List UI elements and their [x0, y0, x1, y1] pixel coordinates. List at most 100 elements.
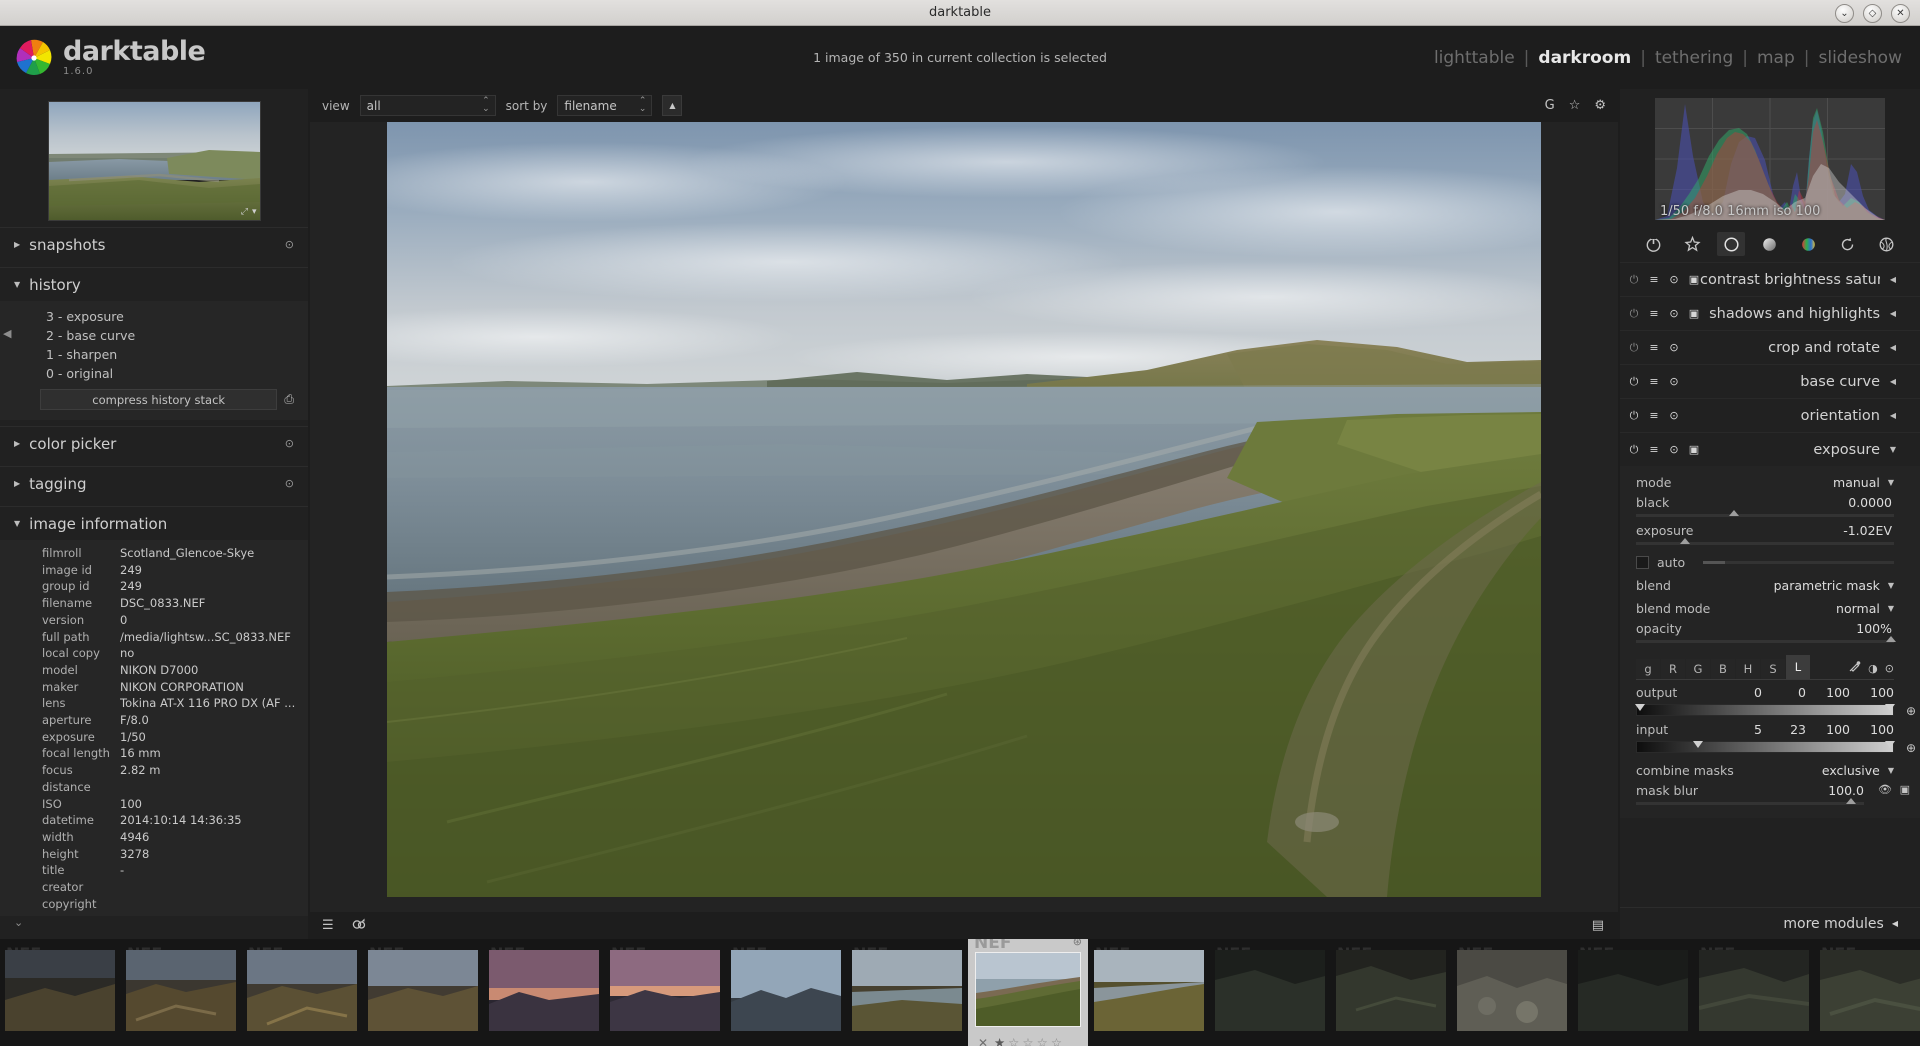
tone-group-icon[interactable]: [1756, 232, 1784, 256]
mask-reset-icon[interactable]: ⊙: [1885, 662, 1894, 675]
reset-icon[interactable]: ⊙: [1668, 307, 1680, 320]
filmstrip[interactable]: NEF NEF NEF NEF NEF NEF NEF NEF NEF ⊛: [0, 939, 1920, 1046]
mask-channel-G[interactable]: G: [1686, 659, 1710, 679]
filmstrip-thumbnail[interactable]: NEF: [1694, 943, 1814, 1043]
mask-channel-R[interactable]: R: [1661, 659, 1685, 679]
view-mode-lighttable[interactable]: lighttable: [1434, 48, 1515, 68]
view-mode-darkroom[interactable]: darkroom: [1538, 48, 1631, 68]
filmstrip-thumbnail[interactable]: NEF: [1089, 943, 1209, 1043]
chevron-left-icon[interactable]: ◀: [1888, 275, 1898, 284]
filmstrip-thumbnail[interactable]: NEF: [1815, 943, 1920, 1043]
grouping-icon[interactable]: ⊛: [1073, 939, 1082, 948]
second-window-icon[interactable]: ▤: [1592, 918, 1604, 933]
auto-exposure-row[interactable]: auto: [1620, 550, 1920, 574]
auto-checkbox[interactable]: [1636, 555, 1649, 569]
input-handle-mid[interactable]: [1693, 741, 1704, 748]
mask-channel-L[interactable]: L: [1786, 655, 1810, 679]
filmstrip-thumbnail[interactable]: NEF: [1210, 943, 1330, 1043]
star-1[interactable]: ★: [994, 1035, 1005, 1046]
history-header[interactable]: ▼ history: [0, 268, 308, 301]
multi-instance-icon[interactable]: ≡: [1648, 409, 1660, 422]
power-icon[interactable]: ⏻: [1628, 307, 1640, 321]
tagging-header[interactable]: ▶ tagging ⊙: [0, 467, 308, 500]
grouping-toggle-icon[interactable]: G: [1545, 98, 1555, 113]
multi-instance-icon[interactable]: ≡: [1648, 375, 1660, 388]
favorite-modules-icon[interactable]: [1678, 232, 1706, 256]
opacity-slider[interactable]: opacity 100%: [1620, 620, 1920, 648]
power-icon[interactable]: ⏻: [1628, 409, 1640, 423]
mask-channel-g[interactable]: g: [1636, 659, 1660, 679]
histogram-widget[interactable]: 1/50 f/8.0 16mm iso 100: [1655, 98, 1885, 220]
module-contrast-brightness-saturation[interactable]: ⏻ ≡ ⊙ ▣ contrast brightness saturation ◀: [1620, 262, 1920, 296]
history-item[interactable]: 1 - sharpen: [0, 345, 308, 364]
reset-icon[interactable]: ⊙: [1668, 375, 1680, 388]
power-icon[interactable]: ⏻: [1628, 443, 1640, 457]
mask-channel-H[interactable]: H: [1736, 659, 1760, 679]
chevron-left-icon[interactable]: ◀: [1888, 411, 1898, 420]
reset-icon[interactable]: ⊙: [1668, 273, 1680, 286]
exposure-mode-row[interactable]: mode manual ▼: [1620, 471, 1920, 494]
view-mode-slideshow[interactable]: slideshow: [1819, 48, 1903, 68]
output-add-icon[interactable]: ⊕: [1906, 704, 1916, 718]
filmstrip-thumbnail[interactable]: NEF: [726, 943, 846, 1043]
blend-mode-row[interactable]: blend mode normal ▼: [1620, 597, 1920, 620]
sort-direction-button[interactable]: ▲: [662, 95, 683, 116]
navigation-preview[interactable]: ⤢ ▾: [47, 101, 261, 221]
left-panel-scroll-down-icon[interactable]: ⌄: [14, 916, 23, 929]
history-item[interactable]: 0 - original: [0, 364, 308, 383]
star-4[interactable]: ☆: [1037, 1035, 1048, 1046]
snapshots-reset-icon[interactable]: ⊙: [285, 238, 294, 251]
black-handle[interactable]: [1728, 510, 1739, 516]
image-canvas[interactable]: [310, 122, 1618, 912]
exposure-slider[interactable]: exposure -1.02EV: [1620, 522, 1920, 550]
color-picker-reset-icon[interactable]: ⊙: [285, 437, 294, 450]
star-3[interactable]: ☆: [1022, 1035, 1033, 1046]
reset-icon[interactable]: ⊙: [1668, 409, 1680, 422]
zoom-dropdown-icon[interactable]: ▾: [252, 207, 257, 217]
active-modules-icon[interactable]: [1639, 232, 1667, 256]
presets-icon[interactable]: ▣: [1688, 273, 1700, 286]
overexposed-overlay-icon[interactable]: [352, 917, 367, 934]
tagging-reset-icon[interactable]: ⊙: [285, 477, 294, 490]
mask-channel-B[interactable]: B: [1711, 659, 1735, 679]
module-shadows-and-highlights[interactable]: ⏻ ≡ ⊙ ▣ shadows and highlights ◀: [1620, 296, 1920, 330]
power-icon[interactable]: ⏻: [1628, 341, 1640, 355]
black-track[interactable]: [1636, 510, 1894, 517]
star-2[interactable]: ☆: [1008, 1035, 1019, 1046]
black-slider[interactable]: black 0.0000: [1620, 494, 1920, 522]
presets-icon[interactable]: ▣: [1688, 307, 1700, 320]
color-picker-header[interactable]: ▶ color picker ⊙: [0, 427, 308, 460]
app-logo-group[interactable]: darktable 1.6.0: [14, 38, 206, 78]
view-mode-map[interactable]: map: [1757, 48, 1795, 68]
auto-percentile-slider[interactable]: [1703, 560, 1894, 564]
mask-blur-slider[interactable]: mask blur 100.0 👁 ▣: [1620, 782, 1920, 810]
multi-instance-icon[interactable]: ≡: [1648, 443, 1660, 456]
filmstrip-thumbnail[interactable]: NEF: [121, 943, 241, 1043]
filmstrip-thumbnail[interactable]: NEF: [484, 943, 604, 1043]
mask-display-eye-icon[interactable]: 👁: [1878, 783, 1892, 796]
overlays-star-icon[interactable]: ☆: [1569, 98, 1581, 113]
combine-masks-row[interactable]: combine masks exclusive ▼: [1620, 759, 1920, 782]
create-style-icon[interactable]: ⎙: [284, 392, 294, 407]
power-icon[interactable]: ⏻: [1628, 375, 1640, 389]
filmstrip-thumbnail[interactable]: NEF: [363, 943, 483, 1043]
snapshots-header[interactable]: ▶ snapshots ⊙: [0, 228, 308, 261]
mask-blur-track[interactable]: [1636, 798, 1864, 805]
mask-toggle-icon[interactable]: ▣: [1900, 783, 1910, 796]
maximize-button[interactable]: ◇: [1863, 4, 1882, 23]
history-item[interactable]: 3 - exposure: [0, 307, 308, 326]
close-button[interactable]: ✕: [1891, 4, 1910, 23]
star-5[interactable]: ☆: [1051, 1035, 1062, 1046]
multi-instance-icon[interactable]: ≡: [1648, 273, 1660, 286]
filmstrip-thumbnail[interactable]: NEF: [1452, 943, 1572, 1043]
reject-icon[interactable]: ✕: [978, 1036, 988, 1046]
left-panel-collapse-arrow[interactable]: ◀: [3, 327, 13, 347]
color-group-icon[interactable]: [1795, 232, 1823, 256]
color-picker-icon[interactable]: [1848, 660, 1861, 676]
mask-channel-S[interactable]: S: [1761, 659, 1785, 679]
reset-icon[interactable]: ⊙: [1668, 443, 1680, 456]
filmstrip-menu-icon[interactable]: ☰: [322, 918, 334, 933]
chevron-left-icon[interactable]: ◀: [1888, 343, 1898, 352]
chevron-down-icon[interactable]: ▼: [1888, 445, 1898, 454]
exposure-track[interactable]: [1636, 538, 1894, 545]
